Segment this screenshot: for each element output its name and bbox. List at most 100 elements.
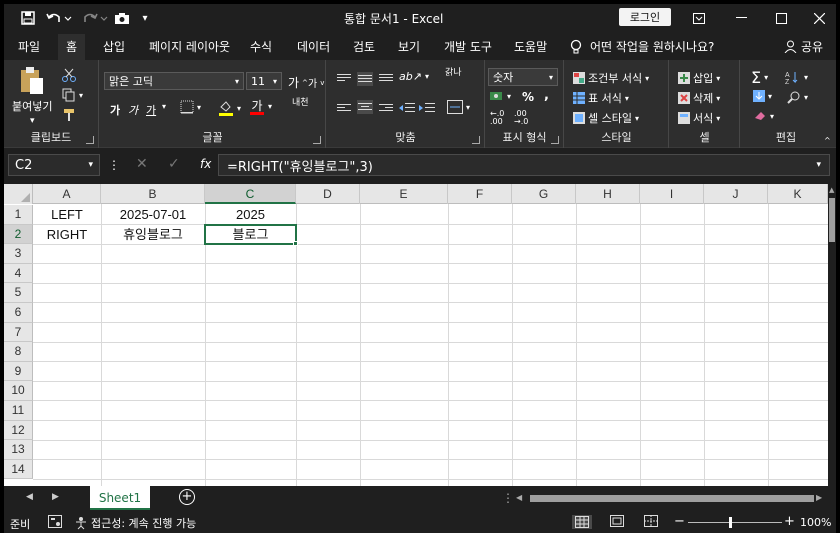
format-as-table-button[interactable]: 표 서식 ▾ (573, 90, 629, 106)
conditional-formatting-button[interactable]: 조건부 서식 ▾ (573, 70, 649, 86)
save-icon[interactable] (18, 9, 38, 27)
orientation-icon[interactable]: ab↗ ▾ (399, 70, 429, 83)
row-header-10[interactable]: 10 (4, 381, 33, 401)
sheet-splitter-icon[interactable]: ⋮ (502, 491, 514, 505)
accounting-format-icon[interactable]: ▾ (490, 90, 511, 102)
align-middle-icon[interactable] (357, 72, 373, 86)
tab-page-layout[interactable]: 페이지 레이아웃 (149, 38, 230, 55)
ribbon-display-icon[interactable] (684, 8, 714, 28)
camera-icon[interactable] (112, 9, 132, 27)
cell-b1[interactable]: 2025-07-01 (101, 205, 205, 224)
tab-developer[interactable]: 개발 도구 (444, 38, 492, 55)
formula-input[interactable]: =RIGHT("휴잉블로그",3) ▾ (218, 154, 830, 176)
font-color-button[interactable]: 가 (250, 100, 264, 115)
column-header-d[interactable]: D (296, 184, 360, 204)
format-painter-icon[interactable] (62, 108, 76, 122)
cell-a1[interactable]: LEFT (33, 205, 101, 224)
borders-icon[interactable]: ▾ (180, 100, 201, 114)
alignment-launcher-icon[interactable] (472, 136, 480, 144)
merge-center-icon[interactable]: ▾ (447, 100, 470, 114)
accessibility-status[interactable]: 접근성: 계속 진행 가능 (74, 515, 196, 531)
autosum-icon[interactable]: Σ ▾ (751, 68, 768, 87)
next-sheet-icon[interactable]: ▶ (52, 492, 59, 502)
row-header-8[interactable]: 8 (4, 342, 33, 362)
shrink-font-button[interactable]: 가v (308, 75, 324, 91)
cell-styles-button[interactable]: 셀 스타일 ▾ (573, 110, 639, 126)
minimize-icon[interactable] (726, 8, 756, 28)
cell-c1[interactable]: 2025 (205, 205, 296, 224)
maximize-icon[interactable] (766, 8, 796, 28)
cancel-entry-icon[interactable]: ✕ (136, 156, 148, 172)
vertical-scrollbar[interactable]: ▲ (828, 184, 836, 486)
font-launcher-icon[interactable] (313, 136, 321, 144)
vertical-scroll-thumb[interactable] (829, 198, 835, 242)
confirm-entry-icon[interactable]: ✓ (168, 156, 180, 172)
row-header-11[interactable]: 11 (4, 401, 33, 421)
normal-view-icon[interactable] (572, 515, 592, 529)
italic-button[interactable]: 가 (128, 102, 138, 118)
grow-font-button[interactable]: 가 ^ (288, 74, 308, 91)
zoom-level[interactable]: 100% (800, 516, 831, 529)
worksheet-grid[interactable]: A B C D E F G H I J K 1 2 3 4 5 6 7 8 9 … (4, 184, 828, 486)
tab-help[interactable]: 도움말 (514, 38, 547, 55)
insert-function-button[interactable]: fx (200, 157, 211, 171)
column-header-e[interactable]: E (360, 184, 448, 204)
share-button[interactable]: 공유 (784, 38, 823, 55)
tab-home[interactable]: 홈 (58, 34, 86, 60)
align-bottom-icon[interactable] (379, 72, 393, 84)
align-left-icon[interactable] (337, 102, 351, 114)
column-header-a[interactable]: A (33, 184, 101, 204)
macro-record-icon[interactable] (48, 515, 62, 528)
column-header-j[interactable]: J (704, 184, 768, 204)
underline-button[interactable]: 가 (146, 102, 156, 118)
select-all-button[interactable] (4, 184, 33, 204)
column-header-k[interactable]: K (768, 184, 828, 204)
font-size-select[interactable]: 11 ▾ (246, 72, 282, 90)
tab-data[interactable]: 데이터 (297, 38, 330, 55)
row-header-6[interactable]: 6 (4, 303, 33, 323)
font-color-dropdown-icon[interactable]: ▾ (268, 102, 272, 111)
column-header-h[interactable]: H (576, 184, 640, 204)
row-header-14[interactable]: 14 (4, 459, 33, 480)
increase-indent-icon[interactable] (419, 102, 435, 114)
tab-formulas[interactable]: 수식 (250, 38, 272, 55)
sheet-tab-sheet1[interactable]: Sheet1 (90, 486, 150, 510)
tab-view[interactable]: 보기 (398, 38, 420, 55)
delete-cells-button[interactable]: 삭제 ▾ (678, 90, 720, 106)
column-header-g[interactable]: G (512, 184, 576, 204)
row-header-5[interactable]: 5 (4, 283, 33, 303)
tab-review[interactable]: 검토 (353, 38, 375, 55)
page-layout-view-icon[interactable] (610, 515, 624, 527)
row-header-13[interactable]: 13 (4, 440, 33, 460)
redo-icon[interactable] (80, 9, 110, 27)
formula-bar-more-icon[interactable]: ⋮ (108, 158, 120, 172)
column-header-i[interactable]: I (640, 184, 704, 204)
align-right-icon[interactable] (379, 102, 393, 114)
close-icon[interactable] (804, 8, 834, 28)
customize-icon[interactable]: ▾ (138, 9, 152, 27)
percent-style-button[interactable]: % (522, 90, 534, 104)
fill-color-icon[interactable]: ▾ (218, 100, 241, 116)
sort-filter-icon[interactable]: A Z ▾ (785, 70, 808, 84)
decrease-indent-icon[interactable] (399, 102, 415, 114)
tab-insert[interactable]: 삽입 (103, 38, 125, 55)
row-header-1[interactable]: 1 (4, 205, 33, 225)
row-header-2[interactable]: 2 (4, 224, 33, 245)
new-sheet-button[interactable]: + (179, 489, 195, 505)
column-header-f[interactable]: F (448, 184, 512, 204)
zoom-out-icon[interactable]: − (674, 514, 685, 529)
row-header-4[interactable]: 4 (4, 263, 33, 284)
cut-icon[interactable] (62, 68, 76, 82)
insert-cells-button[interactable]: 삽입 ▾ (678, 70, 720, 86)
align-top-icon[interactable] (337, 72, 351, 84)
clipboard-launcher-icon[interactable] (86, 136, 94, 144)
zoom-slider-thumb[interactable] (729, 517, 732, 528)
format-cells-button[interactable]: 서식 ▾ (678, 110, 720, 126)
row-header-3[interactable]: 3 (4, 244, 33, 264)
scroll-right-icon[interactable]: ▶ (816, 493, 822, 502)
row-header-7[interactable]: 7 (4, 322, 33, 343)
align-center-icon[interactable] (357, 100, 373, 114)
column-header-c[interactable]: C (205, 184, 296, 204)
paste-button[interactable]: 붙여넣기 ▾ (12, 66, 52, 126)
increase-decimal-icon[interactable]: ←.0.00 (490, 110, 504, 126)
